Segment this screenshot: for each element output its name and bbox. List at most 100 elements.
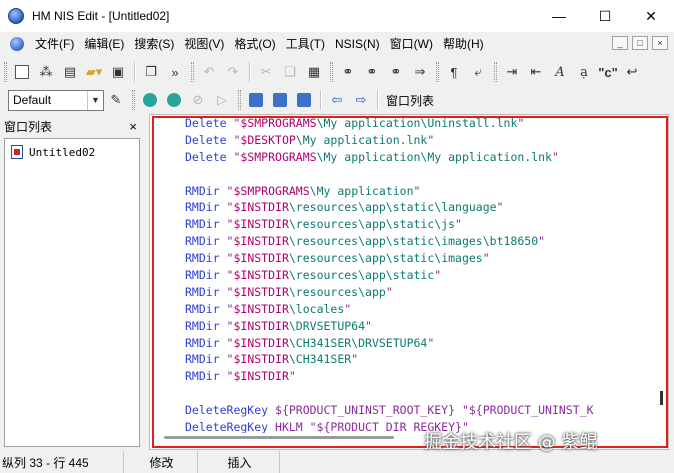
- code-text-area[interactable]: Delete "$SMPROGRAMS\My application\Unins…: [185, 115, 655, 433]
- code-line[interactable]: RMDir " $INSTDIR\resources\app\static\ima…: [185, 250, 655, 267]
- save-all-button[interactable]: ❐: [140, 61, 162, 83]
- menu-window[interactable]: 窗口(W): [385, 32, 438, 56]
- code-line[interactable]: RMDir "$INSTDIR\DRVSETUP64": [185, 318, 655, 335]
- tile-horizontal-button[interactable]: [269, 89, 291, 111]
- code-token: \locales: [288, 301, 345, 316]
- replace-button[interactable]: ⚭: [385, 61, 407, 83]
- code-line[interactable]: RMDir "$INSTDIR\CH341SER\DRVSETUP64": [185, 335, 655, 352]
- menu-format[interactable]: 格式(O): [229, 32, 280, 56]
- cascade-windows-button[interactable]: [245, 89, 267, 111]
- toolbar-grip[interactable]: [330, 62, 333, 82]
- tile-vertical-button[interactable]: [293, 89, 315, 111]
- horizontal-scrollbar[interactable]: [164, 436, 394, 439]
- goto-line-button[interactable]: ⇒: [409, 61, 431, 83]
- code-token: Delete: [185, 149, 234, 164]
- page-arrow-icon: ⇒: [414, 64, 426, 79]
- code-line[interactable]: RMDir "$INSTDIR\locales": [185, 301, 655, 318]
- stop-compile-button[interactable]: ⊘: [187, 89, 209, 111]
- code-token: $DESKTOP: [240, 132, 296, 147]
- cut-button[interactable]: ✂: [255, 61, 277, 83]
- toolbar-grip[interactable]: [494, 62, 497, 82]
- undo-button[interactable]: ↶: [198, 61, 220, 83]
- code-token: RMDir: [185, 369, 227, 384]
- window-title: HM NIS Edit - [Untitled02]: [32, 9, 170, 23]
- code-token: \DRVSETUP64: [288, 318, 366, 333]
- code-line[interactable]: RMDir "$INSTDIR\CH341SER": [185, 351, 655, 368]
- vertical-scrollbar[interactable]: [660, 391, 663, 405]
- menu-edit[interactable]: 编辑(E): [79, 32, 129, 56]
- code-token: RMDir: [185, 318, 227, 333]
- window-list-button[interactable]: 窗口列表: [382, 92, 438, 109]
- code-line[interactable]: RMDir "$INSTDIR\resources\app\static\js": [185, 216, 655, 233]
- document-system-menu-icon[interactable]: [10, 37, 24, 51]
- save-button[interactable]: ▣: [107, 61, 129, 83]
- code-line[interactable]: RMDir "$INSTDIR": [185, 368, 655, 385]
- binoculars-icon: ⚭: [342, 64, 354, 79]
- code-line[interactable]: RMDir "$INSTDIR\resources\app": [185, 284, 655, 301]
- menu-tools[interactable]: 工具(T): [281, 32, 330, 56]
- menu-file[interactable]: 文件(F): [30, 32, 79, 56]
- scheme-settings-button[interactable]: ✎: [105, 89, 127, 111]
- toolbar-grip[interactable]: [191, 62, 194, 82]
- compile-button[interactable]: [139, 89, 161, 111]
- code-line[interactable]: RMDir "$INSTDIR\resources\app\static": [185, 267, 655, 284]
- copy-button[interactable]: ❏: [279, 61, 301, 83]
- quote-button[interactable]: "c": [597, 61, 619, 83]
- code-line[interactable]: RMDir " $INSTDIR\resources\app\static\lan…: [185, 199, 655, 216]
- syntax-scheme-select[interactable]: Default ▼: [8, 89, 104, 111]
- code-line[interactable]: DeleteRegKey ${PRODUCT_UNINST_ROOT_KEY} …: [185, 402, 655, 419]
- code-line[interactable]: Delete "$DESKTOP\My application.lnk": [185, 132, 655, 149]
- code-token: RMDir: [185, 301, 227, 316]
- toolbar-overflow-button[interactable]: »: [164, 61, 186, 83]
- main-toolbar: ⁂ ▤ ▰▾ ▣ ❐ » ↶ ↷ ✂ ❏ ▦ ⚭ ⚭ ⚭ ⇒ ¶ ⤶ ⇥ ⇤ A…: [0, 58, 674, 86]
- font-button[interactable]: ạ: [573, 61, 595, 83]
- menu-nsis[interactable]: NSIS(N): [330, 32, 385, 56]
- toolbar-grip[interactable]: [436, 62, 439, 82]
- paste-button[interactable]: ▦: [303, 61, 325, 83]
- find-button[interactable]: ⚭: [337, 61, 359, 83]
- new-file-button[interactable]: [11, 61, 33, 83]
- compile-run-button[interactable]: [163, 89, 185, 111]
- open-file-button[interactable]: ▰▾: [83, 61, 105, 83]
- play-icon: ▷: [217, 92, 227, 107]
- code-line[interactable]: Delete " $SMPROGRAMS\My application\My ap…: [185, 149, 655, 166]
- mdi-close-button[interactable]: ×: [652, 36, 668, 50]
- panel-close-button[interactable]: ×: [129, 119, 137, 134]
- show-special-chars-button[interactable]: ¶: [443, 61, 465, 83]
- insert-color-button[interactable]: ↩: [621, 61, 643, 83]
- code-line[interactable]: [185, 385, 655, 402]
- code-line[interactable]: RMDir " $INSTDIR\resources\app\static\ima…: [185, 233, 655, 250]
- previous-window-button[interactable]: ⇦: [326, 89, 348, 111]
- list-item[interactable]: Untitled02: [11, 145, 139, 159]
- toolbar-grip[interactable]: [4, 62, 7, 82]
- menu-view[interactable]: 视图(V): [179, 32, 229, 56]
- code-line[interactable]: Delete " $SMPROGRAMS\My application\Unins…: [185, 115, 655, 132]
- find-next-button[interactable]: ⚭: [361, 61, 383, 83]
- code-token: $SMPROGRAMS: [240, 116, 317, 130]
- cursor-position: 纵列 33 - 行 445: [0, 451, 124, 473]
- code-line[interactable]: RMDir "$SMPROGRAMS\My application": [185, 183, 655, 200]
- toolbar-separator: [320, 90, 321, 110]
- word-wrap-button[interactable]: ⤶: [467, 61, 489, 83]
- run-button[interactable]: ▷: [211, 89, 233, 111]
- mdi-minimize-button[interactable]: _: [612, 36, 628, 50]
- chevron-down-icon[interactable]: ▼: [87, 90, 103, 110]
- mdi-restore-button[interactable]: □: [632, 36, 648, 50]
- menu-help[interactable]: 帮助(H): [438, 32, 489, 56]
- indent-button[interactable]: ⇥: [501, 61, 523, 83]
- menu-search[interactable]: 搜索(S): [129, 32, 179, 56]
- code-editor[interactable]: Delete "$SMPROGRAMS\My application\Unins…: [149, 114, 669, 450]
- toolbar-grip[interactable]: [238, 90, 241, 110]
- cascade-icon: [249, 93, 263, 107]
- template-button[interactable]: ▤: [59, 61, 81, 83]
- toolbar-grip[interactable]: [132, 90, 135, 110]
- maximize-button[interactable]: ☐: [582, 0, 628, 32]
- code-line[interactable]: [185, 166, 655, 183]
- redo-button[interactable]: ↷: [222, 61, 244, 83]
- wizard-button[interactable]: ⁂: [35, 61, 57, 83]
- italic-button[interactable]: A: [549, 61, 571, 83]
- next-window-button[interactable]: ⇨: [350, 89, 372, 111]
- outdent-button[interactable]: ⇤: [525, 61, 547, 83]
- close-button[interactable]: ✕: [628, 0, 674, 32]
- minimize-button[interactable]: —: [536, 0, 582, 32]
